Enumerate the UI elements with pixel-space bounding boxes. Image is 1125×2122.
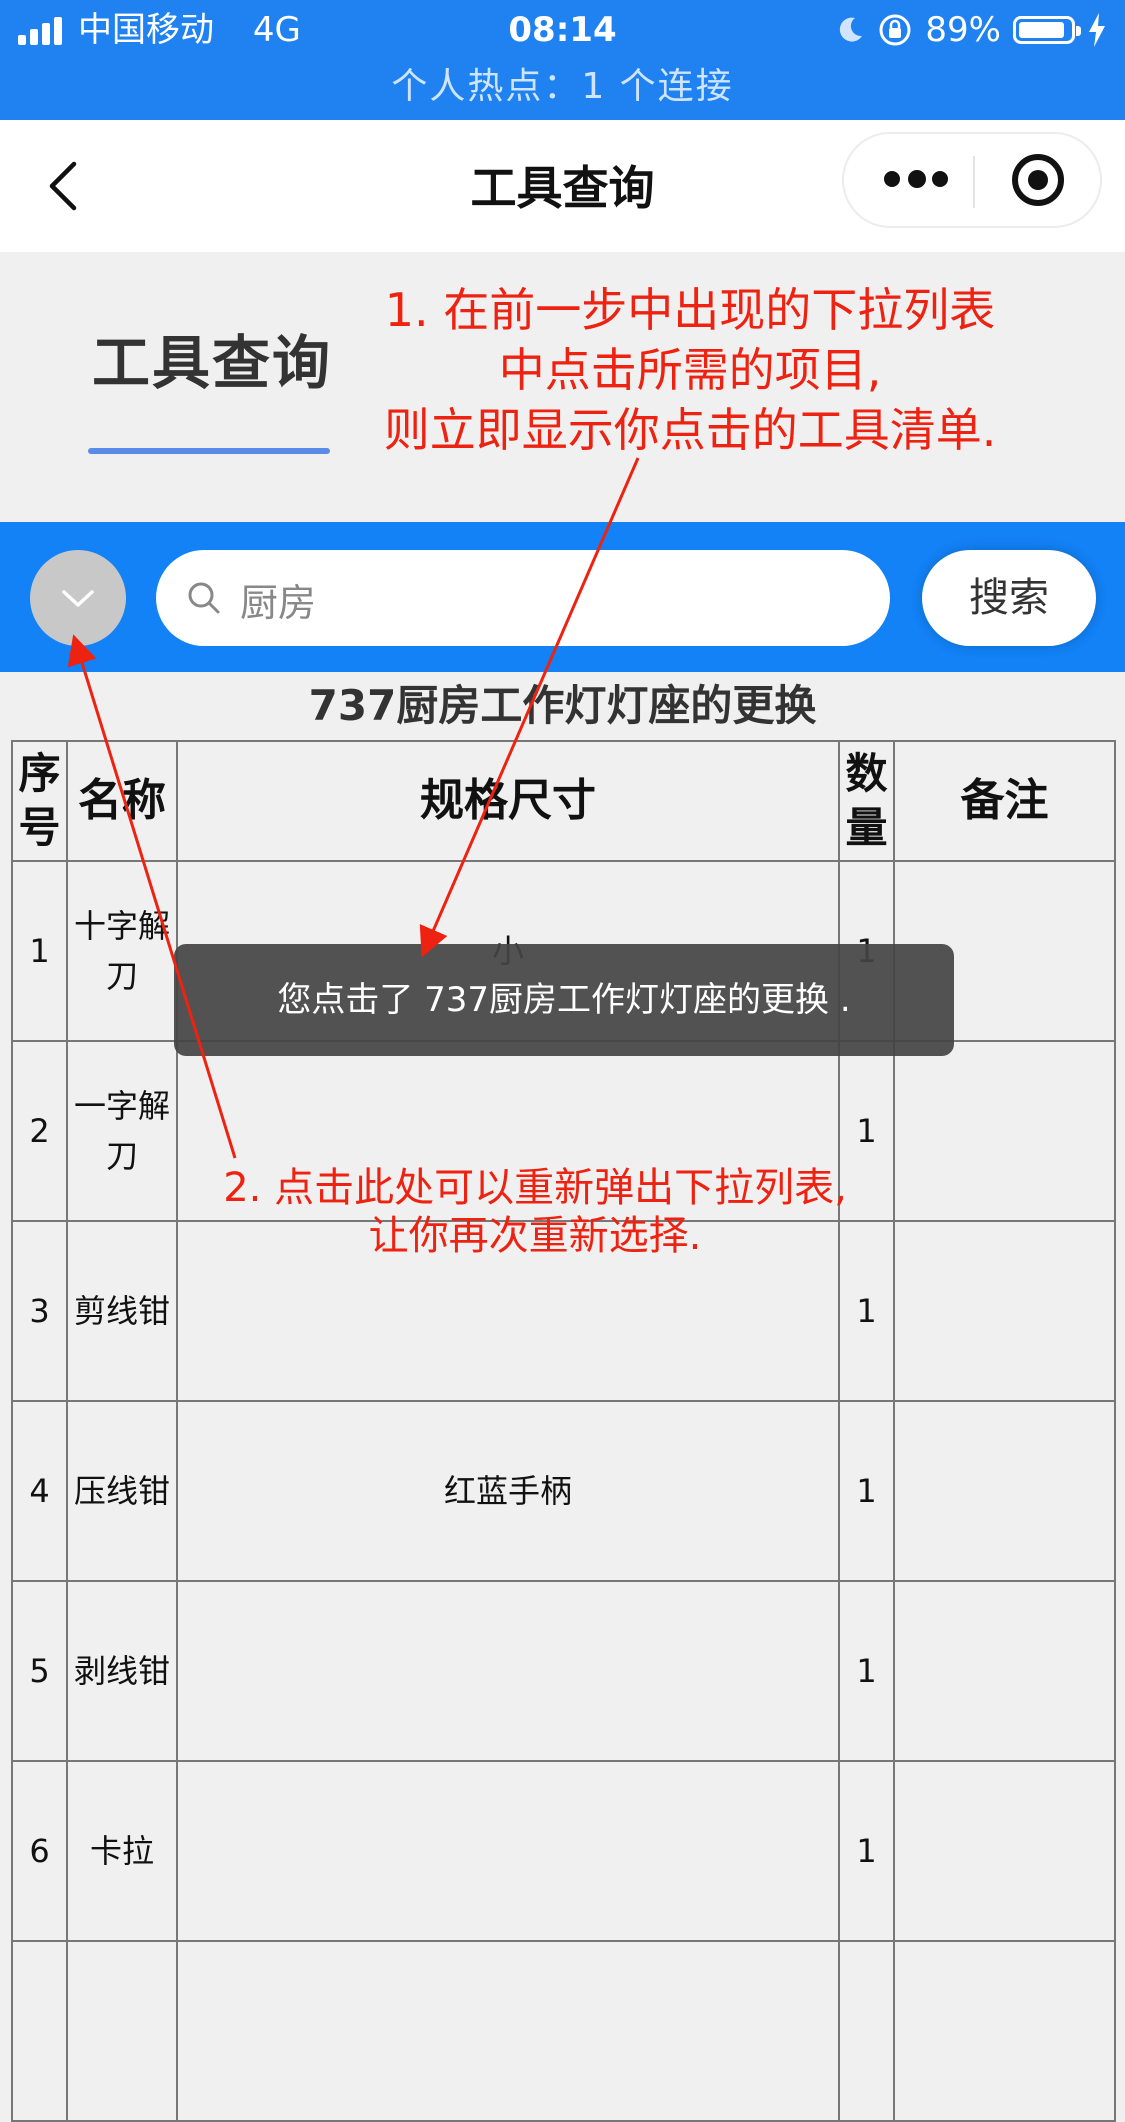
capsule-divider bbox=[973, 156, 975, 208]
title-underline bbox=[88, 448, 330, 454]
cell-no: 2 bbox=[11, 1040, 68, 1222]
col-header-name: 名称 bbox=[66, 740, 178, 862]
annotation-note-2-line-2: 让你再次重新选择. bbox=[368, 1213, 702, 1259]
cell-spec bbox=[176, 1940, 840, 2122]
page-title: 工具查询 bbox=[92, 329, 333, 397]
annotation-note-1: 1. 在前一步中出现的下拉列表 中点击所需的项目, 则立即显示你点击的工具清单. bbox=[340, 280, 1040, 460]
nav-bar: 工具查询 bbox=[0, 120, 1125, 252]
col-header-qty: 数量 bbox=[838, 740, 895, 862]
cell-name: 卡拉 bbox=[66, 1760, 178, 1942]
cell-no: 5 bbox=[11, 1580, 68, 1762]
search-icon bbox=[188, 582, 220, 614]
cell-spec bbox=[176, 1580, 840, 1762]
cell-spec bbox=[176, 1760, 840, 1942]
cell-name: 压线钳 bbox=[66, 1400, 178, 1582]
cell-name: 一字解刀 bbox=[66, 1040, 178, 1222]
cell-note bbox=[893, 1580, 1116, 1762]
cell-qty bbox=[838, 1940, 895, 2122]
battery-icon bbox=[1013, 16, 1081, 44]
table-row[interactable] bbox=[11, 1940, 1116, 2122]
table-row[interactable]: 4 压线钳 红蓝手柄 1 bbox=[11, 1400, 1116, 1582]
annotation-note-1-line-3: 则立即显示你点击的工具清单. bbox=[383, 403, 997, 457]
search-input[interactable] bbox=[238, 568, 842, 630]
status-bar: 中国移动 4G 08:14 89% 个人热点：1 个连接 bbox=[0, 0, 1125, 120]
annotation-note-2-line-1: 2. 点击此处可以重新弹出下拉列表, bbox=[223, 1165, 847, 1211]
cell-note bbox=[893, 1220, 1116, 1402]
table-title: 737厨房工作灯灯座的更换 bbox=[308, 681, 817, 730]
dropdown-toggle-button[interactable] bbox=[30, 550, 126, 646]
cell-note bbox=[893, 1760, 1116, 1942]
moon-icon bbox=[840, 17, 863, 42]
search-field[interactable] bbox=[156, 550, 890, 646]
table-header-row: 序号 名称 规格尺寸 数量 备注 bbox=[11, 740, 1116, 862]
cell-qty: 1 bbox=[838, 1400, 895, 1582]
col-header-note: 备注 bbox=[893, 740, 1116, 862]
more-icon[interactable] bbox=[884, 168, 948, 192]
search-button[interactable]: 搜索 bbox=[922, 550, 1096, 646]
status-icons: 89% bbox=[835, 8, 1107, 52]
cell-qty: 1 bbox=[838, 1580, 895, 1762]
mini-program-capsule bbox=[842, 132, 1102, 228]
cell-name: 十字解刀 bbox=[66, 860, 178, 1042]
cell-note bbox=[893, 1940, 1116, 2122]
col-header-spec: 规格尺寸 bbox=[176, 740, 840, 862]
col-header-no: 序号 bbox=[11, 740, 68, 862]
hotspot-banner[interactable]: 个人热点：1 个连接 bbox=[0, 64, 1125, 110]
cell-note bbox=[893, 1400, 1116, 1582]
annotation-note-2: 2. 点击此处可以重新弹出下拉列表, 让你再次重新选择. bbox=[190, 1164, 880, 1260]
cell-name bbox=[66, 1940, 178, 2122]
cell-name: 剪线钳 bbox=[66, 1220, 178, 1402]
table-row[interactable]: 6 卡拉 1 bbox=[11, 1760, 1116, 1942]
cell-no: 1 bbox=[11, 860, 68, 1042]
table-row[interactable]: 5 剥线钳 1 bbox=[11, 1580, 1116, 1762]
annotation-note-1-line-2: 中点击所需的项目, bbox=[498, 343, 882, 397]
chevron-down-icon bbox=[62, 590, 94, 607]
cell-no: 3 bbox=[11, 1220, 68, 1402]
toast-message: 您点击了 737厨房工作灯灯座的更换 . bbox=[174, 944, 954, 1056]
rotation-lock-icon bbox=[879, 14, 911, 46]
cell-no: 6 bbox=[11, 1760, 68, 1942]
col-header-qty-label: 数量 bbox=[845, 749, 888, 852]
cell-qty: 1 bbox=[838, 1760, 895, 1942]
charging-icon bbox=[1089, 13, 1105, 47]
battery-percent: 89% bbox=[925, 10, 1001, 50]
cell-note bbox=[893, 1040, 1116, 1222]
cell-name: 剥线钳 bbox=[66, 1580, 178, 1762]
search-bar: 搜索 bbox=[0, 522, 1125, 672]
close-mini-program-icon[interactable] bbox=[1012, 154, 1064, 206]
annotation-note-1-line-1: 1. 在前一步中出现的下拉列表 bbox=[384, 283, 996, 337]
cell-spec: 红蓝手柄 bbox=[176, 1400, 840, 1582]
cell-no: 4 bbox=[11, 1400, 68, 1582]
cell-no bbox=[11, 1940, 68, 2122]
col-header-no-label: 序号 bbox=[18, 749, 61, 852]
